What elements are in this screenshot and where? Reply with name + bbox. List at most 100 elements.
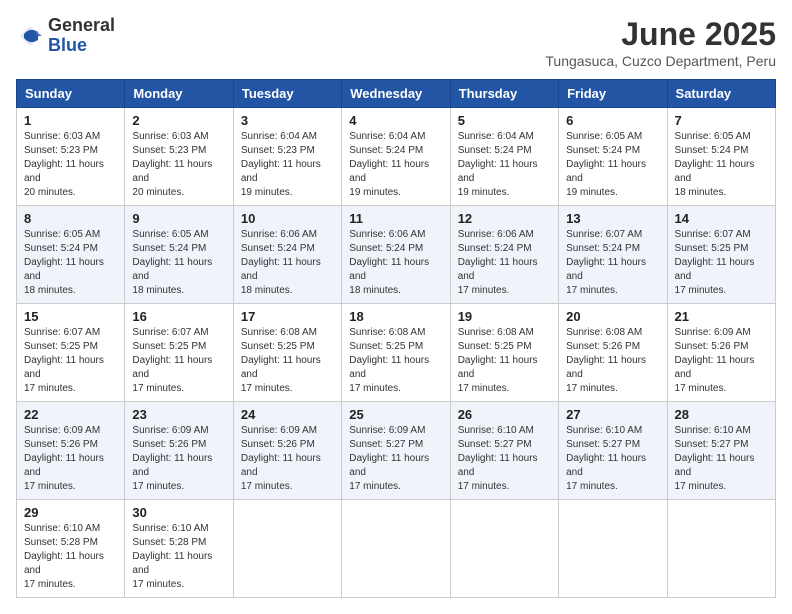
calendar-cell: 19Sunrise: 6:08 AMSunset: 5:25 PMDayligh… [450,304,558,402]
location-title: Tungasuca, Cuzco Department, Peru [545,53,776,69]
day-number: 30 [132,505,225,520]
sunrise-text: Sunrise: 6:09 AM [24,425,100,436]
daylight-text: Daylight: 11 hours and17 minutes. [24,551,104,590]
sunrise-text: Sunrise: 6:03 AM [132,131,208,142]
calendar-cell: 3Sunrise: 6:04 AMSunset: 5:23 PMDaylight… [233,108,341,206]
sunrise-text: Sunrise: 6:09 AM [132,425,208,436]
day-number: 21 [675,309,768,324]
day-number: 6 [566,113,659,128]
daylight-text: Daylight: 11 hours and19 minutes. [566,159,646,198]
day-content: Sunrise: 6:07 AMSunset: 5:25 PMDaylight:… [24,326,117,396]
daylight-text: Daylight: 11 hours and17 minutes. [458,355,538,394]
sunset-text: Sunset: 5:24 PM [132,243,206,254]
calendar-cell: 18 Sunrise: 6:08 AM Sunset: 5:25 PM Dayligh… [342,304,450,402]
calendar-week-1: 1Sunrise: 6:03 AMSunset: 5:23 PMDaylight… [17,108,776,206]
calendar-header-friday: Friday [559,80,667,108]
calendar-header-saturday: Saturday [667,80,775,108]
sunset-text: Sunset: 5:26 PM [566,341,640,352]
sunrise-text: Sunrise: 6:08 AM [241,327,317,338]
daylight-text: Daylight: 11 hours and17 minutes. [566,257,646,296]
daylight-text: Daylight: 11 hours and19 minutes. [349,159,429,198]
day-number: 13 [566,211,659,226]
calendar-cell: 28Sunrise: 6:10 AMSunset: 5:27 PMDayligh… [667,402,775,500]
day-number: 18 [349,309,442,324]
calendar-cell: 27Sunrise: 6:10 AMSunset: 5:27 PMDayligh… [559,402,667,500]
day-content: Sunrise: 6:06 AMSunset: 5:24 PMDaylight:… [241,228,334,298]
logo-general: General [48,16,115,36]
daylight-text: Daylight: 11 hours and17 minutes. [241,453,321,492]
day-content: Sunrise: 6:09 AMSunset: 5:27 PMDaylight:… [349,424,442,494]
day-content: Sunrise: 6:08 AMSunset: 5:25 PMDaylight:… [458,326,551,396]
sunset-text: Sunset: 5:24 PM [349,145,423,156]
sunrise-text: Sunrise: 6:07 AM [566,229,642,240]
sunrise-text: Sunrise: 6:05 AM [675,131,751,142]
day-number: 20 [566,309,659,324]
calendar-cell: 12Sunrise: 6:06 AMSunset: 5:24 PMDayligh… [450,206,558,304]
sunset-text: Sunset: 5:27 PM [566,439,640,450]
day-number: 22 [24,407,117,422]
calendar-cell: 8Sunrise: 6:05 AMSunset: 5:24 PMDaylight… [17,206,125,304]
calendar-cell: 25Sunrise: 6:09 AMSunset: 5:27 PMDayligh… [342,402,450,500]
sunrise-text: Sunrise: 6:05 AM [566,131,642,142]
sunset-text: Sunset: 5:23 PM [24,145,98,156]
calendar-header-thursday: Thursday [450,80,558,108]
sunset-text: Sunset: 5:26 PM [24,439,98,450]
calendar-cell [450,500,558,598]
daylight-text: Daylight: 11 hours and18 minutes. [241,257,321,296]
day-content: Sunrise: 6:07 AMSunset: 5:25 PMDaylight:… [675,228,768,298]
sunset-text: Sunset: 5:24 PM [566,145,640,156]
day-content: Sunrise: 6:03 AMSunset: 5:23 PMDaylight:… [24,130,117,200]
sunrise-text: Sunrise: 6:06 AM [241,229,317,240]
sunrise-text: Sunrise: 6:09 AM [349,425,425,436]
daylight-text: Daylight: 11 hours and20 minutes. [24,159,104,198]
sunset-text: Sunset: 5:24 PM [566,243,640,254]
calendar-cell: 1Sunrise: 6:03 AMSunset: 5:23 PMDaylight… [17,108,125,206]
calendar-header-monday: Monday [125,80,233,108]
calendar-header-tuesday: Tuesday [233,80,341,108]
sunset-text: Sunset: 5:25 PM [675,243,749,254]
sunrise-text: Sunrise: 6:06 AM [349,229,425,240]
sunset-text: Sunset: 5:23 PM [132,145,206,156]
logo-blue: Blue [48,36,115,56]
day-content: Sunrise: 6:08 AMSunset: 5:25 PMDaylight:… [241,326,334,396]
daylight-text: Daylight: 11 hours and19 minutes. [458,159,538,198]
sunset-text: Sunset: 5:24 PM [24,243,98,254]
calendar-cell: 11Sunrise: 6:06 AMSunset: 5:24 PMDayligh… [342,206,450,304]
calendar-cell: 4Sunrise: 6:04 AMSunset: 5:24 PMDaylight… [342,108,450,206]
day-content: Sunrise: 6:10 AMSunset: 5:28 PMDaylight:… [24,522,117,592]
day-content: Sunrise: 6:10 AMSunset: 5:27 PMDaylight:… [458,424,551,494]
calendar-cell [667,500,775,598]
sunset-text: Sunset: 5:25 PM [349,341,423,352]
calendar-cell: 30Sunrise: 6:10 AMSunset: 5:28 PMDayligh… [125,500,233,598]
calendar-cell: 7Sunrise: 6:05 AMSunset: 5:24 PMDaylight… [667,108,775,206]
calendar-header-wednesday: Wednesday [342,80,450,108]
sunrise-text: Sunrise: 6:10 AM [675,425,751,436]
day-number: 14 [675,211,768,226]
calendar-cell: 10Sunrise: 6:06 AMSunset: 5:24 PMDayligh… [233,206,341,304]
sunrise-text: Sunrise: 6:08 AM [349,327,425,338]
calendar-cell: 20 Sunrise: 6:08 AMSunset: 5:26 PMDayligh… [559,304,667,402]
sunset-text: Sunset: 5:25 PM [24,341,98,352]
calendar-table: SundayMondayTuesdayWednesdayThursdayFrid… [16,79,776,598]
day-content: Sunrise: 6:08 AMSunset: 5:26 PMDaylight:… [566,326,659,396]
day-number: 4 [349,113,442,128]
sunset-text: Sunset: 5:23 PM [241,145,315,156]
day-content: Sunrise: 6:09 AMSunset: 5:26 PMDaylight:… [132,424,225,494]
sunset-text: Sunset: 5:24 PM [458,145,532,156]
calendar-header-sunday: Sunday [17,80,125,108]
day-number: 16 [132,309,225,324]
sunrise-text: Sunrise: 6:09 AM [675,327,751,338]
daylight-text: Daylight: 11 hours and17 minutes. [458,453,538,492]
daylight-text: Daylight: 11 hours and17 minutes. [132,551,212,590]
day-number: 9 [132,211,225,226]
calendar-cell [559,500,667,598]
calendar-week-2: 8Sunrise: 6:05 AMSunset: 5:24 PMDaylight… [17,206,776,304]
daylight-text: Daylight: 11 hours and19 minutes. [241,159,321,198]
daylight-text: Daylight: 11 hours and17 minutes. [675,257,755,296]
day-number: 3 [241,113,334,128]
daylight-text: Daylight: 11 hours and17 minutes. [349,355,429,394]
calendar-cell: 29Sunrise: 6:10 AMSunset: 5:28 PMDayligh… [17,500,125,598]
sunset-text: Sunset: 5:24 PM [675,145,749,156]
daylight-text: Daylight: 11 hours and18 minutes. [24,257,104,296]
calendar-cell: 22Sunrise: 6:09 AMSunset: 5:26 PMDayligh… [17,402,125,500]
